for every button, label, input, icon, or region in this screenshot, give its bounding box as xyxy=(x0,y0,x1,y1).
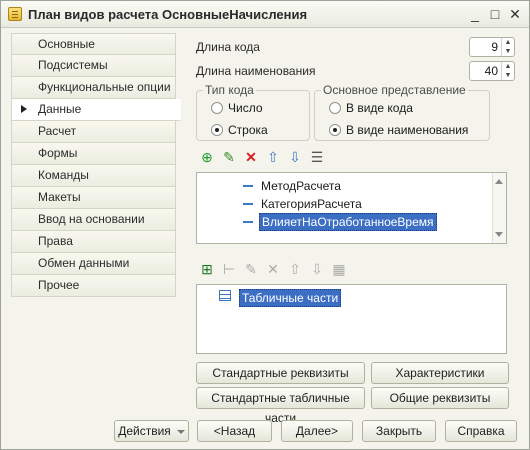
chevron-down-icon xyxy=(176,429,185,434)
tabular-sections-toolbar: ⊞ ⊢ ✎ ✕ ⇧ ⇩ ▦ xyxy=(198,260,398,280)
name-length-stepper[interactable]: 40 ▲ ▼ xyxy=(469,61,515,81)
presentation-name-radio[interactable]: В виде наименования xyxy=(329,122,468,138)
sidebar-item-subsystems[interactable]: Подсистемы xyxy=(11,55,176,77)
sidebar-item-commands[interactable]: Команды xyxy=(11,165,176,187)
sidebar-item-label: Основные xyxy=(38,37,95,51)
data-panel: Длина кода 9 ▲ ▼ Длина наименования 40 ▲ ▼… xyxy=(176,33,519,425)
window-title: План видов расчета ОсновныеНачисления xyxy=(28,7,308,22)
sidebar-item-label: Расчет xyxy=(38,124,77,138)
add-icon[interactable]: ⊕ xyxy=(198,148,216,166)
stepper-arrows-icon[interactable]: ▲ ▼ xyxy=(501,38,514,56)
sidebar-item-functional-options[interactable]: Функциональные опции xyxy=(11,77,176,99)
tree-item-label: Табличные части xyxy=(239,289,342,307)
move-up-icon[interactable]: ⇧ xyxy=(264,148,282,166)
main-presentation-legend: Основное представление xyxy=(323,83,466,97)
sidebar-item-label: Ввод на основании xyxy=(38,212,145,226)
tabular-sections-list[interactable]: Табличные части xyxy=(196,284,507,354)
sidebar-item-label: Макеты xyxy=(38,190,81,204)
delete-icon[interactable]: ✕ xyxy=(242,148,260,166)
scroll-up-icon[interactable] xyxy=(495,179,503,184)
sidebar-item-label: Подсистемы xyxy=(38,58,108,72)
radio-icon xyxy=(329,102,341,114)
list-item-label: МетодРасчета xyxy=(261,179,341,193)
sidebar-item-label: Обмен данными xyxy=(38,256,130,270)
radio-label: Строка xyxy=(228,123,268,137)
move-down-icon[interactable]: ⇩ xyxy=(286,148,304,166)
list-item-label: КатегорияРасчета xyxy=(261,197,362,211)
next-button[interactable]: Далее> xyxy=(281,420,353,442)
code-length-label: Длина кода xyxy=(196,40,260,54)
attribute-icon xyxy=(243,185,253,187)
sidebar-item-data-exchange[interactable]: Обмен данными xyxy=(11,253,176,275)
actions-label: Действия xyxy=(118,424,171,438)
minimize-button[interactable]: _ xyxy=(467,6,483,22)
sidebar-item-label: Права xyxy=(38,234,73,248)
maximize-button[interactable]: □ xyxy=(487,6,503,22)
sidebar-item-calculation[interactable]: Расчет xyxy=(11,121,176,143)
code-length-stepper[interactable]: 9 ▲ ▼ xyxy=(469,37,515,57)
sidebar-item-label: Функциональные опции xyxy=(38,80,171,94)
sidebar-item-forms[interactable]: Формы xyxy=(11,143,176,165)
sidebar-item-label: Прочее xyxy=(38,278,80,292)
current-arrow-icon xyxy=(21,105,27,113)
move-up-icon[interactable]: ⇧ xyxy=(286,260,304,278)
scroll-down-icon[interactable] xyxy=(495,232,503,237)
radio-label: В виде наименования xyxy=(346,123,469,137)
radio-label: В виде кода xyxy=(346,101,413,115)
standard-tabular-sections-button[interactable]: Стандартные табличные части xyxy=(196,387,365,425)
sidebar-item-templates[interactable]: Макеты xyxy=(11,187,176,209)
metadata-window: План видов расчета ОсновныеНачисления _ … xyxy=(0,0,530,450)
table-icon xyxy=(219,290,231,301)
code-length-value: 9 xyxy=(491,40,498,54)
list-icon[interactable]: ☰ xyxy=(308,148,326,166)
actions-dropdown[interactable]: Действия xyxy=(114,420,189,442)
attributes-list[interactable]: МетодРасчета КатегорияРасчета ВлияетНаОт… xyxy=(196,172,507,244)
close-button[interactable]: ✕ xyxy=(507,6,523,22)
characteristics-button[interactable]: Характеристики xyxy=(371,362,509,384)
standard-attributes-button[interactable]: Стандартные реквизиты xyxy=(196,362,365,384)
name-length-label: Длина наименования xyxy=(196,64,316,78)
sidebar-item-label: Данные xyxy=(38,102,82,116)
sidebar-item-label: Формы xyxy=(38,146,78,160)
edit-icon[interactable]: ✎ xyxy=(220,148,238,166)
add-table-icon[interactable]: ⊞ xyxy=(198,260,216,278)
sidebar-item-other[interactable]: Прочее xyxy=(11,275,176,297)
attribute-icon xyxy=(243,203,253,205)
delete-icon[interactable]: ✕ xyxy=(264,260,282,278)
code-type-string-radio[interactable]: Строка xyxy=(211,122,268,138)
back-button[interactable]: <Назад xyxy=(197,420,272,442)
radio-icon xyxy=(211,102,223,114)
sidebar-item-input-based-on[interactable]: Ввод на основании xyxy=(11,209,176,231)
move-down-icon[interactable]: ⇩ xyxy=(308,260,326,278)
sidebar: Основные Подсистемы Функциональные опции… xyxy=(11,33,181,298)
attribute-icon xyxy=(243,221,253,223)
sidebar-item-label: Команды xyxy=(38,168,89,182)
help-button[interactable]: Справка xyxy=(445,420,517,442)
catalog-icon xyxy=(8,7,22,21)
presentation-code-radio[interactable]: В виде кода xyxy=(329,100,413,116)
common-attributes-button[interactable]: Общие реквизиты xyxy=(371,387,509,409)
radio-label: Число xyxy=(228,101,263,115)
attributes-scrollbar[interactable] xyxy=(492,173,506,243)
code-type-number-radio[interactable]: Число xyxy=(211,100,263,116)
stepper-arrows-icon[interactable]: ▲ ▼ xyxy=(501,62,514,80)
code-type-legend: Тип кода xyxy=(205,83,254,97)
edit-icon[interactable]: ✎ xyxy=(242,260,260,278)
add-column-icon[interactable]: ⊢ xyxy=(220,260,238,278)
radio-checked-icon xyxy=(211,124,223,136)
sidebar-item-data[interactable]: Данные xyxy=(11,99,181,121)
attributes-toolbar: ⊕ ✎ ✕ ⇧ ⇩ ☰ xyxy=(198,148,398,168)
title-bar[interactable]: План видов расчета ОсновныеНачисления _ … xyxy=(1,1,529,28)
name-length-value: 40 xyxy=(484,64,498,78)
radio-checked-icon xyxy=(329,124,341,136)
list-item-label: ВлияетНаОтработанноеВремя xyxy=(259,213,437,231)
sidebar-item-rights[interactable]: Права xyxy=(11,231,176,253)
sidebar-item-main[interactable]: Основные xyxy=(11,33,176,55)
list-icon[interactable]: ▦ xyxy=(330,260,348,278)
close-dialog-button[interactable]: Закрыть xyxy=(362,420,436,442)
